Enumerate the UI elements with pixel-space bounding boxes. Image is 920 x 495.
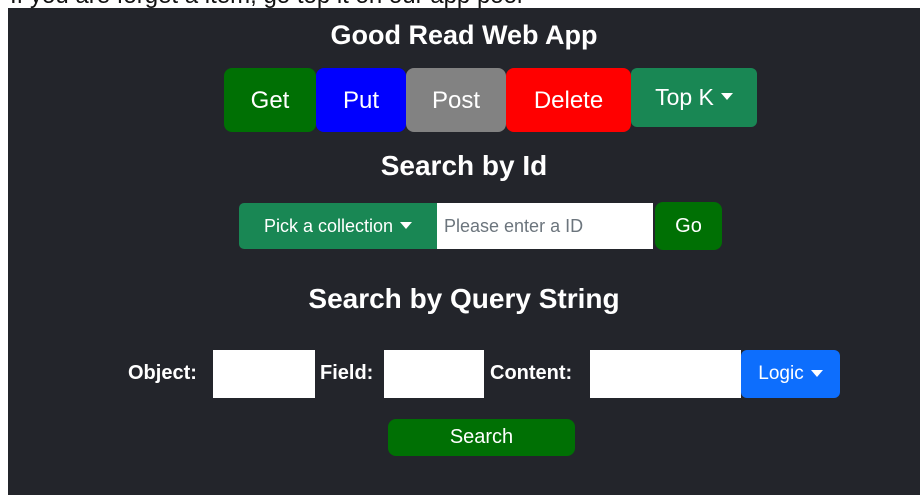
good-read-web-app: Good Read Web App Get Put Post Delete To… (8, 8, 920, 495)
app-title: Good Read Web App (330, 20, 598, 50)
top-strip-text: If you are forget a item, go top it on o… (10, 0, 522, 8)
content-label: Content: (490, 362, 573, 384)
search-by-query-string-title: Search by Query String (308, 283, 620, 314)
top-k-dropdown-button[interactable]: Top K (631, 68, 757, 127)
logic-label: Logic (758, 363, 804, 384)
chevron-down-icon (720, 93, 733, 100)
get-button[interactable]: Get (224, 68, 316, 132)
delete-button[interactable]: Delete (506, 68, 631, 132)
search-button[interactable]: Search (388, 419, 575, 456)
field-label: Field: (320, 362, 374, 384)
top-k-label: Top K (655, 84, 714, 110)
id-input[interactable] (437, 203, 653, 249)
content-input[interactable] (590, 350, 741, 398)
go-button[interactable]: Go (655, 202, 722, 250)
put-button[interactable]: Put (316, 68, 406, 132)
chevron-down-icon (810, 369, 823, 377)
top-text-strip: If you are forget a item, go top it on o… (0, 0, 920, 8)
post-button[interactable]: Post (406, 68, 506, 132)
field-input[interactable] (384, 350, 484, 398)
object-label: Object: (128, 362, 197, 384)
chevron-down-icon (400, 221, 413, 229)
collection-dropdown-button[interactable]: Pick a collection (239, 203, 437, 249)
search-by-id-title: Search by Id (380, 150, 548, 181)
logic-dropdown-button[interactable]: Logic (741, 350, 840, 398)
collection-label: Pick a collection (263, 215, 394, 236)
object-input[interactable] (213, 350, 315, 398)
